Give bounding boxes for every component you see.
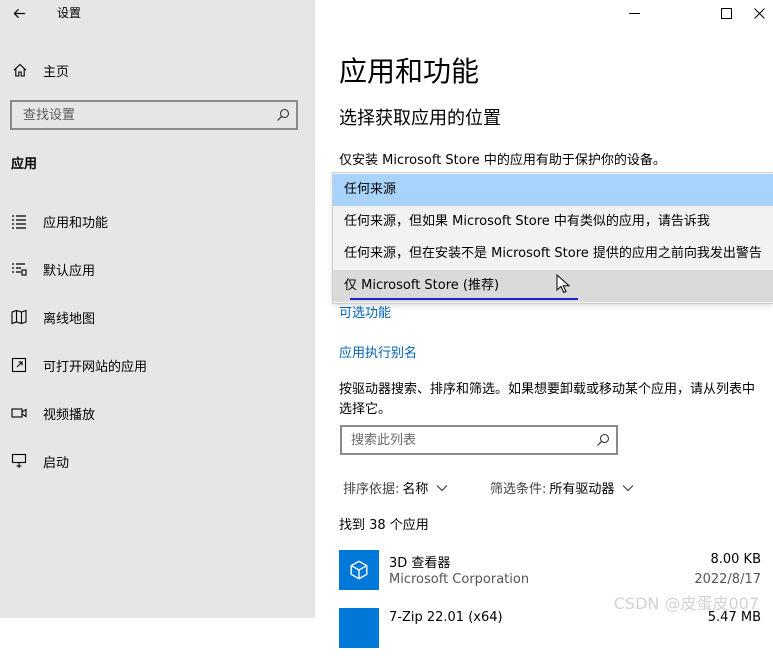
- chevron-down-icon: [437, 484, 448, 491]
- sidebar-item-startup[interactable]: 启动: [0, 443, 315, 479]
- settings-search-box[interactable]: [10, 100, 298, 130]
- video-icon: [11, 405, 27, 421]
- sidebar-home[interactable]: 主页: [12, 60, 69, 80]
- sidebar-item-label: 启动: [43, 455, 70, 471]
- sidebar-item-default-apps[interactable]: 默认应用: [0, 251, 315, 287]
- dropdown-option-any-source[interactable]: 任何来源: [333, 174, 773, 206]
- filter-instructions: 按驱动器搜索、排序和筛选。如果想要卸载或移动某个应用，请从列表中选择它。: [339, 382, 756, 417]
- sidebar-item-open-websites[interactable]: 可打开网站的应用: [0, 347, 315, 383]
- sort-value: 名称: [402, 482, 429, 497]
- section-subtitle: 选择获取应用的位置: [339, 108, 501, 129]
- watermark: CSDN @皮蛋皮007: [613, 594, 759, 613]
- sidebar-item-video-playback[interactable]: 视频播放: [0, 395, 315, 431]
- apps-list-icon: [11, 213, 27, 229]
- close-icon: [753, 7, 765, 19]
- page-title: 应用和功能: [339, 55, 480, 88]
- app-execution-aliases-link[interactable]: 应用执行别名: [339, 342, 417, 361]
- back-arrow-icon[interactable]: [8, 2, 30, 24]
- app-install-date: 2022/8/17: [694, 572, 761, 587]
- app-list-search-input[interactable]: [342, 427, 591, 453]
- dropdown-option-any-warn[interactable]: 任何来源，但在安装不是 Microsoft Store 提供的应用之前向我发出警…: [333, 238, 773, 270]
- filter-label: 筛选条件:: [490, 482, 547, 497]
- minimize-icon: [628, 12, 640, 14]
- main-panel: 应用和功能 选择获取应用的位置 仅安装 Microsoft Store 中的应用…: [315, 0, 773, 648]
- minimize-button[interactable]: [611, 0, 657, 26]
- app-list-item[interactable]: 7-Zip 22.01 (x64) 5.47 MB: [339, 608, 763, 656]
- home-label: 主页: [43, 64, 70, 80]
- sidebar: 设置 主页 应用 应用和功能 默认应用 离线地图 可打开网站的应用 视频播放 启…: [0, 0, 315, 618]
- open-website-icon: [11, 357, 27, 373]
- sidebar-item-label: 可打开网站的应用: [43, 359, 148, 375]
- sort-dropdown[interactable]: 排序依据: 名称: [343, 478, 448, 497]
- window-title: 设置: [57, 6, 82, 20]
- install-source-dropdown[interactable]: 任何来源 任何来源，但如果 Microsoft Store 中有类似的应用，请告…: [333, 173, 773, 303]
- 7zip-app-icon: [339, 608, 379, 648]
- offline-map-icon: [11, 309, 27, 325]
- sidebar-item-offline-maps[interactable]: 离线地图: [0, 299, 315, 335]
- filter-value: 所有驱动器: [549, 482, 615, 497]
- sidebar-item-label: 视频播放: [43, 407, 96, 423]
- section-heading: 应用: [11, 157, 38, 172]
- search-icon[interactable]: [276, 108, 290, 122]
- sidebar-item-label: 离线地图: [43, 311, 96, 327]
- optional-features-link[interactable]: 可选功能: [339, 302, 391, 321]
- 3d-viewer-cube-icon: [339, 550, 379, 590]
- chevron-down-icon: [623, 484, 634, 491]
- install-source-description: 仅安装 Microsoft Store 中的应用有助于保护你的设备。: [339, 153, 666, 168]
- app-list-search-box[interactable]: [340, 425, 618, 455]
- maximize-icon: [720, 7, 732, 19]
- app-size: 8.00 KB: [710, 552, 761, 567]
- sidebar-item-label: 应用和功能: [43, 215, 109, 231]
- sort-label: 排序依据:: [343, 482, 400, 497]
- sidebar-item-apps-features[interactable]: 应用和功能: [0, 203, 315, 239]
- filter-dropdown[interactable]: 筛选条件: 所有驱动器: [490, 478, 634, 497]
- startup-icon: [11, 453, 27, 469]
- app-name: 3D 查看器: [389, 556, 451, 571]
- annotation-underline: [350, 298, 578, 300]
- app-count: 找到 38 个应用: [339, 518, 429, 533]
- app-publisher: Microsoft Corporation: [389, 572, 530, 587]
- settings-search-input[interactable]: [12, 102, 273, 128]
- default-apps-icon: [11, 261, 27, 277]
- sidebar-item-label: 默认应用: [43, 263, 96, 279]
- mouse-cursor-icon: [556, 274, 570, 294]
- home-icon: [13, 63, 27, 77]
- close-button[interactable]: [742, 0, 773, 26]
- search-icon[interactable]: [596, 433, 610, 447]
- dropdown-option-any-notify[interactable]: 任何来源，但如果 Microsoft Store 中有类似的应用，请告诉我: [333, 206, 773, 238]
